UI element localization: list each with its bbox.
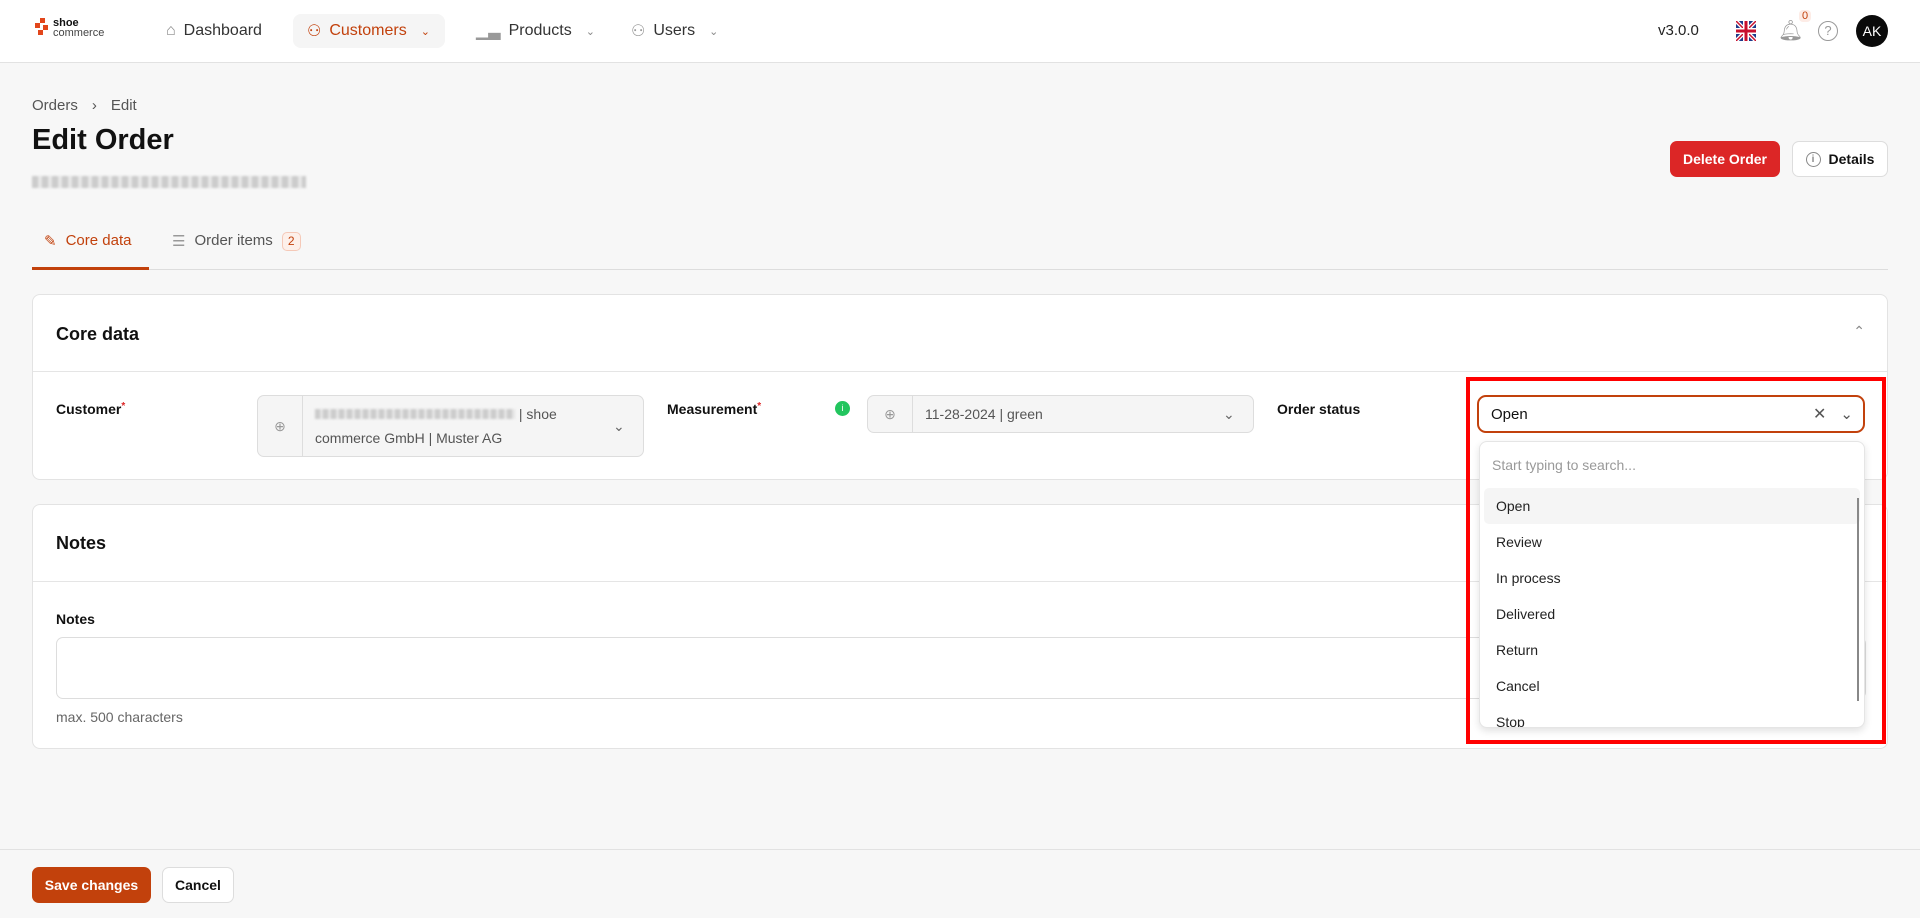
tab-label: Core data [65,232,132,249]
divider [33,371,1887,372]
customer-label: Customer* [56,401,126,417]
footer-bar: Save changes Cancel [0,849,1920,918]
user-icon: ⚇ [307,23,322,40]
option-review[interactable]: Review [1484,524,1860,560]
logo-text: commerce [53,27,105,39]
notes-label: Notes [56,611,95,627]
avatar[interactable]: AK [1856,15,1888,47]
order-status-value: Open [1491,405,1528,423]
uk-flag-icon[interactable] [1736,21,1756,41]
status-dropdown: Start typing to search... Open Review In… [1479,441,1865,728]
version-label: v3.0.0 [1658,22,1699,39]
search-plus-icon: ⊕ [258,396,303,456]
tab-order-items[interactable]: ☰ Order items 2 [172,232,301,270]
measurement-select[interactable]: ⊕ 11-28-2024 | green ⌄ [867,395,1254,433]
cancel-button[interactable]: Cancel [162,867,234,903]
card-title: Core data [56,324,140,344]
page-title: Edit Order [32,124,174,156]
option-return[interactable]: Return [1484,632,1860,668]
option-stop[interactable]: Stop [1484,704,1860,727]
chevron-down-icon: ⌄ [585,25,595,38]
customer-select[interactable]: ⊕ | shoe commerce GmbH | Muster AG ⌄ [257,395,644,457]
order-status-select[interactable]: Open ✕ ⌄ [1477,395,1865,433]
users-icon: ⚇ [631,23,646,40]
info-dot-icon[interactable]: i [835,401,850,416]
shoe-icon: ▁▃ [476,23,501,40]
breadcrumb: Orders › Edit [32,97,137,114]
dropdown-search-input[interactable]: Start typing to search... [1480,442,1864,488]
top-navbar: shoe commerce ⌂ Dashboard ⚇ Customers ⌄ ▁▃ P… [0,0,1920,63]
measurement-label: Measurement* [667,401,762,417]
option-delivered[interactable]: Delivered [1484,596,1860,632]
customer-name-blurred [315,409,515,419]
chevron-down-icon: ⌄ [420,25,430,38]
help-icon[interactable]: ? [1818,21,1838,41]
details-button[interactable]: i Details [1792,141,1888,177]
tabs-divider [32,269,1888,270]
order-id-blurred [32,176,306,188]
edit-icon: ✎ [44,233,57,250]
info-icon: i [1805,151,1821,167]
chevron-right-icon: › [91,97,97,114]
nav-label: Products [508,22,572,39]
chevron-down-icon[interactable]: ⌄ [1840,405,1853,423]
chevron-down-icon: ⌄ [709,25,719,38]
search-plus-icon: ⊕ [868,396,913,432]
list-icon: ☰ [172,233,186,250]
bell-icon[interactable]: 🔔︎ [1778,18,1803,43]
nav-dashboard[interactable]: ⌂ Dashboard [152,13,276,49]
save-changes-button[interactable]: Save changes [32,867,151,903]
notes-hint: max. 500 characters [56,709,183,725]
breadcrumb-orders[interactable]: Orders [32,97,78,114]
nav-label: Users [653,22,696,39]
details-label: Details [1828,151,1875,167]
option-open[interactable]: Open [1484,488,1860,524]
measurement-value: 11-28-2024 | green [925,406,1043,422]
notification-badge: 0 [1799,10,1812,22]
nav-customers[interactable]: ⚇ Customers ⌄ [293,14,445,48]
nav-label: Customers [329,22,407,39]
option-cancel[interactable]: Cancel [1484,668,1860,704]
order-status-label: Order status [1277,401,1361,417]
option-in-process[interactable]: In process [1484,560,1860,596]
scrollbar[interactable] [1857,498,1859,701]
tab-core-data[interactable]: ✎ Core data [32,232,149,270]
delete-order-button[interactable]: Delete Order [1670,141,1780,177]
breadcrumb-edit: Edit [110,97,137,114]
logo-icon [35,18,48,35]
tab-label: Order items [194,232,273,249]
chevron-down-icon: ⌄ [613,417,625,434]
chevron-up-icon[interactable]: ⌃ [1853,323,1865,340]
logo[interactable]: shoe commerce [35,18,105,39]
card-title: Notes [56,533,107,553]
nav-users[interactable]: ⚇ Users ⌄ [617,13,732,49]
chevron-down-icon: ⌄ [1223,405,1235,422]
nav-label: Dashboard [183,22,262,39]
count-badge: 2 [281,232,301,251]
home-icon: ⌂ [166,22,176,39]
nav-products[interactable]: ▁▃ Products ⌄ [462,13,609,49]
clear-icon[interactable]: ✕ [1813,404,1826,424]
